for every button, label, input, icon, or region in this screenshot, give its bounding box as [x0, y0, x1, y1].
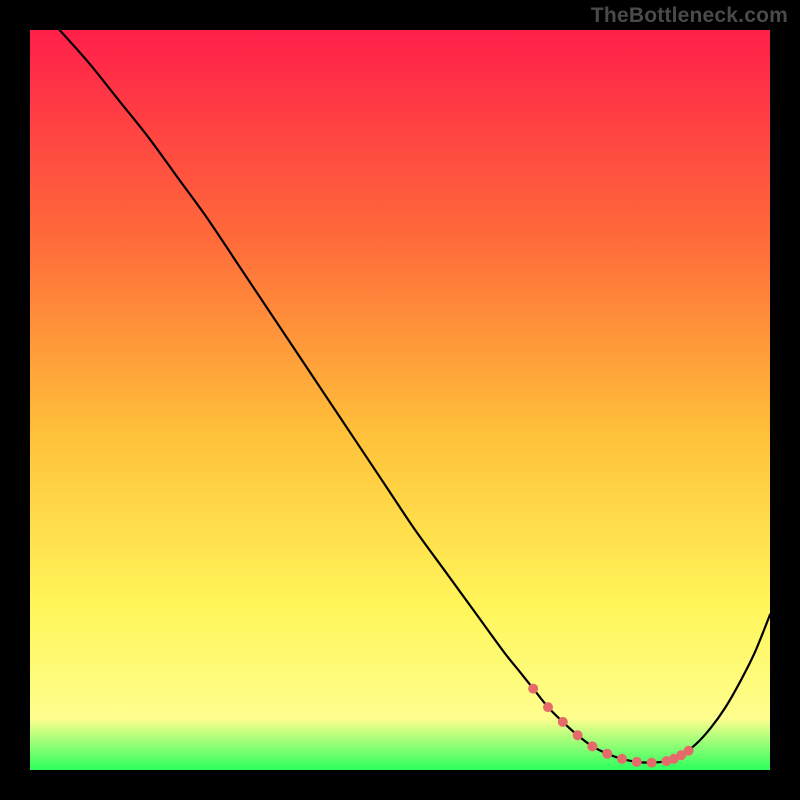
curve-marker	[573, 730, 583, 740]
curve-marker	[558, 717, 568, 727]
chart-svg	[30, 30, 770, 770]
curve-marker	[632, 757, 642, 767]
chart-stage: TheBottleneck.com	[0, 0, 800, 800]
chart-plot-area	[30, 30, 770, 770]
curve-marker	[617, 754, 627, 764]
curve-marker	[543, 702, 553, 712]
curve-marker	[602, 749, 612, 759]
gradient-background	[30, 30, 770, 770]
curve-marker	[684, 746, 694, 756]
curve-marker	[528, 684, 538, 694]
curve-marker	[587, 741, 597, 751]
watermark-text: TheBottleneck.com	[591, 4, 788, 28]
curve-marker	[647, 758, 657, 768]
